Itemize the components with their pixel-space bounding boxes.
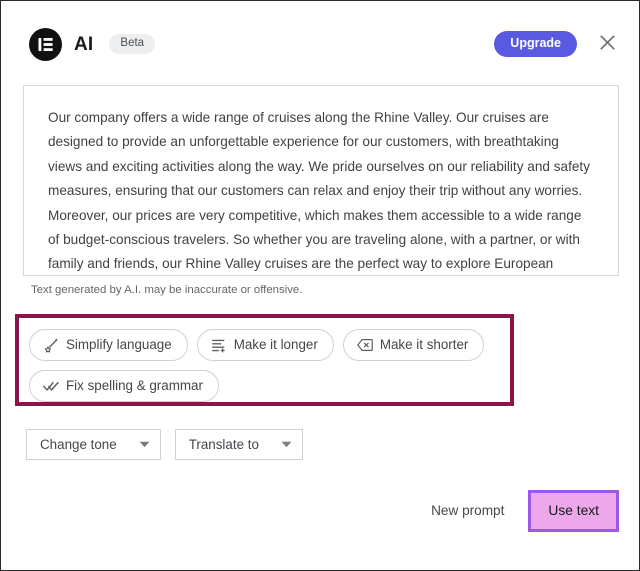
header-actions: Upgrade <box>494 31 619 57</box>
add-lines-icon <box>211 337 227 353</box>
new-prompt-button[interactable]: New prompt <box>429 498 506 524</box>
dialog-header: AI Beta Upgrade <box>1 19 639 69</box>
make-it-shorter-button[interactable]: Make it shorter <box>342 329 485 361</box>
chevron-down-icon <box>117 441 150 448</box>
simplify-language-button[interactable]: Simplify language <box>29 329 188 361</box>
page-title: AI <box>74 33 94 55</box>
pill-label: Simplify language <box>66 337 172 353</box>
dialog-footer: New prompt Use text <box>1 489 639 533</box>
quick-actions-highlight-box: Simplify language Make it longer Make it… <box>15 314 514 406</box>
close-button[interactable] <box>595 32 619 56</box>
dropdown-label: Change tone <box>40 436 117 452</box>
pill-label: Make it longer <box>233 337 318 353</box>
ai-dialog: AI Beta Upgrade Our company offers a wid… <box>0 0 640 571</box>
generated-text-panel[interactable]: Our company offers a wide range of cruis… <box>23 85 619 276</box>
change-tone-dropdown[interactable]: Change tone <box>26 429 161 460</box>
backspace-icon <box>357 337 373 353</box>
translate-to-dropdown[interactable]: Translate to <box>174 429 303 460</box>
brand-group: AI Beta <box>29 27 156 61</box>
pill-label: Make it shorter <box>379 337 469 353</box>
use-text-button[interactable]: Use text <box>531 493 616 530</box>
generated-text: Our company offers a wide range of cruis… <box>48 110 591 272</box>
ai-disclaimer: Text generated by A.I. may be inaccurate… <box>31 284 303 296</box>
upgrade-button[interactable]: Upgrade <box>494 31 577 57</box>
quick-actions-group: Simplify language Make it longer Make it… <box>24 322 510 402</box>
close-icon <box>599 34 616 54</box>
fix-spelling-grammar-button[interactable]: Fix spelling & grammar <box>29 370 219 402</box>
dropdown-row: Change tone Translate to <box>26 429 303 460</box>
magic-wand-icon <box>43 337 59 353</box>
chevron-down-icon <box>259 441 292 448</box>
use-text-highlight-box: Use text <box>528 489 619 533</box>
elementor-logo-icon <box>29 27 62 61</box>
double-check-icon <box>43 378 59 394</box>
dropdown-label: Translate to <box>188 436 259 452</box>
pill-label: Fix spelling & grammar <box>66 378 203 394</box>
make-it-longer-button[interactable]: Make it longer <box>196 329 334 361</box>
status-badge: Beta <box>109 33 156 55</box>
